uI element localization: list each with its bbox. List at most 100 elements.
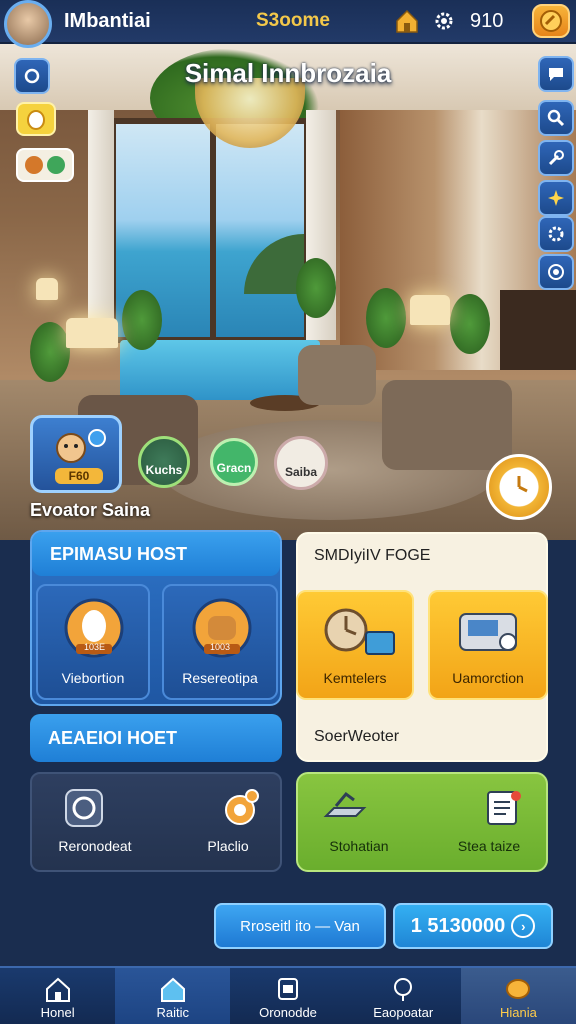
gear-icon[interactable] [432,9,456,33]
bottom-nav: Honel Raitic Oronodde Eaopoatar Hiania [0,966,576,1024]
desk-icon [323,791,367,817]
settings-button[interactable] [538,216,574,252]
sparkle-icon [548,190,564,206]
nav-label: Oronodde [259,1005,317,1020]
magnifier-icon [547,109,565,127]
character-task-card[interactable]: F60 [30,415,122,493]
treasure-icon [506,979,531,999]
cog-icon [548,226,564,242]
tile-badge: 1003 [210,642,231,652]
search-icon [24,68,40,84]
clock-map-icon [324,608,395,655]
nav-label: Hiania [499,1005,537,1020]
tile-label: Stea taize [457,838,521,854]
reward-badge[interactable] [16,148,74,182]
timer-bubble[interactable] [486,454,552,520]
food-icon [25,156,65,174]
house-icon[interactable] [394,8,420,34]
pool [120,340,320,400]
tile-stohatian[interactable]: Stohatian [304,780,414,866]
shelf [500,290,576,370]
curtain-left [88,110,114,340]
tile-resereotipa[interactable]: 1003 Resereotipa [162,584,278,700]
tile-label: Stohatian [329,838,389,854]
document-icon [487,791,521,825]
tile-badge: 103E [84,642,106,652]
shop-button[interactable] [532,4,570,38]
quest-badge[interactable] [16,102,56,136]
nav-item-home[interactable]: Honel [0,968,115,1024]
task-bubble-label: Gracn [216,461,252,475]
right-panel-header: SMDIyiIV FOGE [314,547,431,564]
collect-amount: 1 5130000 [410,914,506,937]
egg-icon [27,110,45,130]
radio-icon [65,789,103,827]
left-panel-header: EPIMASU HOST [32,532,280,576]
tile-placlio[interactable]: Placlio [180,780,276,866]
lamp [66,318,118,348]
nav-item-shop[interactable]: Hiania [460,968,576,1024]
nav-item-tasks[interactable]: Oronodde [230,968,345,1024]
pin-icon [394,978,413,1001]
tile-label: Reronodeat [58,838,132,854]
info-button[interactable] [14,58,50,94]
task-reward: F60 [55,468,103,484]
target-button[interactable] [538,254,574,290]
nav-label: Honel [40,1005,75,1020]
tile-label: Viebortion [61,670,125,686]
armchair[interactable] [382,380,512,470]
player-name: IMbantiai [64,10,151,32]
arrow-right-icon: › [511,914,536,938]
hotel-icon [160,977,185,1002]
score-label: S3oome [256,10,330,31]
tile-label: Placlio [207,838,249,854]
right-panel-header-2: SoerWeoter [314,728,400,745]
wrench-icon [548,150,564,166]
task-bubble-label: Saiba [284,465,317,479]
tile-uamorction[interactable]: Uamorction [428,590,548,700]
coin-count: 910 [470,10,504,32]
chat-button[interactable] [538,56,574,92]
player-avatar[interactable] [4,0,52,48]
tasks-icon [278,978,298,1000]
progress-button[interactable]: Rroseitl ito — Van [214,903,386,949]
task-bubble-saiba[interactable]: Saiba [274,436,328,490]
coin-icon [540,10,562,32]
task-bubble-label: Kuchs [145,463,183,477]
tile-viebortion[interactable]: 103E Viebortion [36,584,150,700]
nav-label: Raitic [156,1005,190,1020]
tile-kemtelers[interactable]: Kemtelers [296,590,414,700]
top-bar: IMbantiai S3oome 910 [0,0,576,48]
plant [122,290,162,350]
collect-button[interactable]: 1 5130000 › [393,903,553,949]
tile-reronodeat[interactable]: Reronodeat [40,780,150,866]
chat-icon [549,68,563,81]
left-panel-header-2: AEAEIOI HOET [30,714,282,762]
lamp [410,295,450,325]
nav-item-explore[interactable]: Eaopoatar [346,968,461,1024]
tile-stea-taize[interactable]: Stea taize [436,780,542,866]
tool-button[interactable] [538,140,574,176]
tile-label: Kemtelers [323,670,387,686]
search-button[interactable] [538,100,574,136]
plant [450,294,490,354]
nav-label: Eaopoatar [373,1005,434,1020]
tile-label: Resereotipa [182,670,258,686]
sparkle-button[interactable] [538,180,574,216]
target-icon [548,264,564,280]
timer-icon [225,789,259,825]
nav-item-hotel[interactable]: Raitic [115,968,231,1024]
character-icon [56,429,106,463]
plant [296,258,336,318]
clock-icon [517,476,528,493]
task-bubble-kuchs[interactable]: Kuchs [138,436,190,488]
home-icon [45,977,70,1002]
scene-subtitle: Evoator Saina [30,500,151,520]
projector-icon [459,613,517,651]
armchair[interactable] [298,345,376,405]
task-bubble-gracn[interactable]: Gracn [210,438,258,486]
tile-label: Uamorction [452,670,524,686]
plant [366,288,406,348]
plant [30,322,70,382]
scene-title: Simal Innbrozaia [184,58,392,88]
